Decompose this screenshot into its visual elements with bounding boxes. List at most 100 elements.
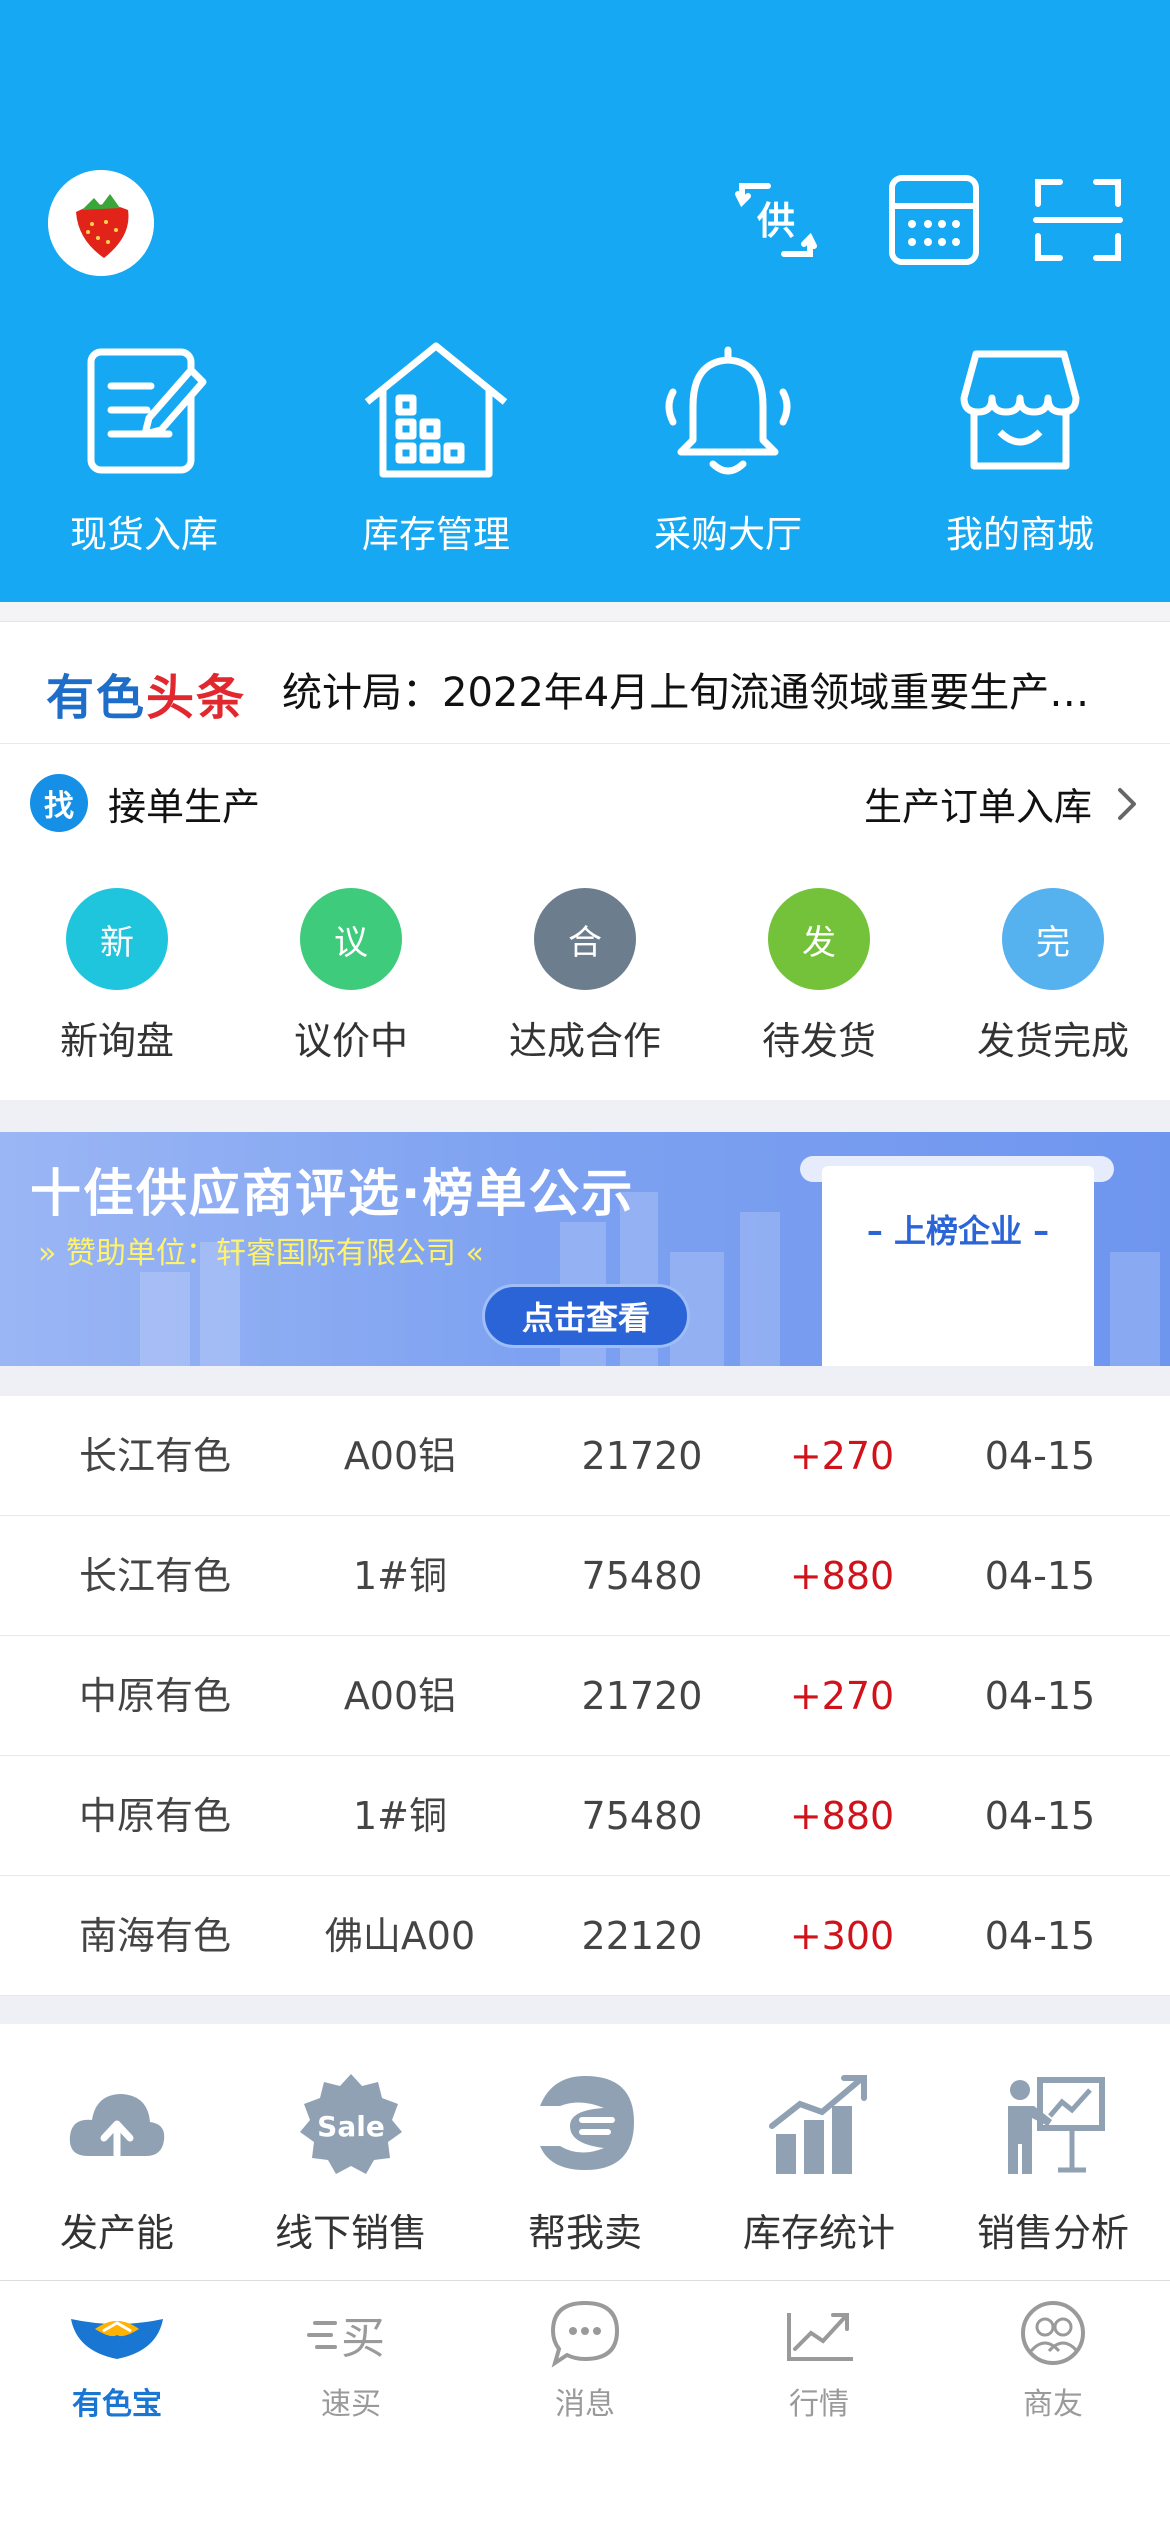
friends-icon bbox=[1021, 2301, 1085, 2365]
status-negotiating[interactable]: 议 议价中 bbox=[234, 888, 468, 1065]
double-chevron-icon: » bbox=[38, 1236, 57, 1271]
section-gap bbox=[0, 1366, 1170, 1396]
price-cell: 75480 bbox=[581, 1554, 703, 1598]
tool-publish-capacity[interactable]: 发产能 bbox=[0, 2070, 234, 2257]
status-label: 发货完成 bbox=[976, 1019, 1129, 1063]
table-row[interactable]: 南海有色 佛山A00 22120 +300 04-15 bbox=[0, 1876, 1170, 1996]
ranking-scroll: – 上榜企业 – bbox=[822, 1166, 1094, 1366]
shop-icon bbox=[960, 350, 1080, 470]
product-cell: 1#铜 bbox=[352, 1554, 448, 1598]
change-cell: +880 bbox=[789, 1794, 895, 1838]
edit-document-icon bbox=[87, 348, 207, 474]
sell-for-me-icon bbox=[540, 2076, 634, 2170]
news-headline-bar[interactable]: 有色头条 统计局：2022年4月上旬流通领域重要生产资料市场价格变动情况 bbox=[0, 622, 1170, 744]
svg-text:Sale: Sale bbox=[317, 2110, 385, 2143]
strawberry-avatar[interactable] bbox=[48, 170, 154, 276]
tab-youse-bao[interactable]: 有色宝 bbox=[0, 2299, 234, 2423]
date-cell: 04-15 bbox=[984, 1434, 1096, 1478]
quick-link-purchase-hall[interactable]: 采购大厅 bbox=[598, 340, 858, 558]
market-cell: 中原有色 bbox=[78, 1794, 231, 1838]
bell-icon bbox=[665, 346, 791, 475]
change-cell: +270 bbox=[789, 1434, 895, 1478]
tool-sales-analysis[interactable]: 销售分析 bbox=[936, 2070, 1170, 2257]
table-row[interactable]: 中原有色 1#铜 75480 +880 04-15 bbox=[0, 1756, 1170, 1876]
table-row[interactable]: 中原有色 A00铝 21720 +270 04-15 bbox=[0, 1636, 1170, 1756]
status-deal-reached[interactable]: 合 达成合作 bbox=[468, 888, 702, 1065]
product-cell: A00铝 bbox=[343, 1674, 457, 1718]
date-cell: 04-15 bbox=[984, 1554, 1096, 1598]
quick-link-spot-stock-in[interactable]: 现货入库 bbox=[14, 340, 274, 558]
table-row[interactable]: 长江有色 A00铝 21720 +270 04-15 bbox=[0, 1396, 1170, 1516]
price-cell: 22120 bbox=[581, 1914, 703, 1958]
tool-inventory-stats[interactable]: 库存统计 bbox=[702, 2070, 936, 2257]
change-cell: +880 bbox=[789, 1554, 895, 1598]
order-production-header: 找 接单生产 生产订单入库 bbox=[0, 744, 1170, 864]
tool-label: 库存统计 bbox=[742, 2211, 895, 2255]
status-label: 待发货 bbox=[761, 1019, 876, 1063]
date-cell: 04-15 bbox=[984, 1794, 1096, 1838]
quick-link-inventory[interactable]: 库存管理 bbox=[306, 340, 566, 558]
status-badge-icon: 完 bbox=[1002, 888, 1104, 990]
date-cell: 04-15 bbox=[984, 1674, 1096, 1718]
change-cell: +300 bbox=[789, 1914, 895, 1958]
ranking-scroll-label: – 上榜企业 – bbox=[866, 1212, 1050, 1250]
production-order-stock-in-link[interactable]: 生产订单入库 bbox=[864, 776, 1092, 831]
status-awaiting-shipment[interactable]: 发 待发货 bbox=[702, 888, 936, 1065]
tab-label: 速买 bbox=[321, 2387, 381, 2422]
scan-icon[interactable] bbox=[1030, 172, 1126, 268]
price-cell: 21720 bbox=[581, 1434, 703, 1478]
quick-link-label: 库存管理 bbox=[362, 513, 510, 556]
cloud-upload-icon bbox=[69, 2094, 165, 2160]
headline-brand-part2: 头条 bbox=[146, 670, 247, 726]
find-badge-icon: 找 bbox=[30, 774, 88, 832]
status-label: 达成合作 bbox=[508, 1019, 661, 1063]
tool-label: 帮我卖 bbox=[527, 2211, 642, 2255]
message-icon bbox=[550, 2300, 620, 2368]
bottom-tab-bar: 有色宝 买 速买 消息 行情 商友 bbox=[0, 2280, 1170, 2532]
tab-label: 行情 bbox=[789, 2387, 849, 2422]
section-divider bbox=[0, 602, 1170, 622]
sale-badge-icon: Sale bbox=[300, 2074, 402, 2174]
calculator-icon[interactable] bbox=[886, 172, 982, 268]
market-trend-icon bbox=[787, 2313, 853, 2361]
tab-label: 有色宝 bbox=[72, 2387, 162, 2422]
bar-chart-icon bbox=[769, 2075, 867, 2174]
status-badge-icon: 发 bbox=[768, 888, 870, 990]
double-chevron-icon: « bbox=[465, 1236, 484, 1271]
headline-text[interactable]: 统计局：2022年4月上旬流通领域重要生产资料市场价格变动情况 bbox=[282, 660, 1122, 718]
tab-label: 消息 bbox=[555, 2387, 615, 2422]
product-cell: A00铝 bbox=[343, 1434, 457, 1478]
tab-friends[interactable]: 商友 bbox=[936, 2299, 1170, 2423]
section-gap bbox=[0, 1996, 1170, 2024]
tool-label: 发产能 bbox=[59, 2211, 174, 2255]
product-cell: 佛山A00 bbox=[324, 1914, 476, 1958]
supplier-ranking-banner[interactable]: 十佳供应商评选·榜单公示 » 赞助单位：轩睿国际有限公司 « 点击查看 – 上榜… bbox=[0, 1132, 1170, 1366]
view-details-button[interactable]: 点击查看 bbox=[482, 1284, 690, 1348]
tool-offline-sales[interactable]: Sale 线下销售 bbox=[234, 2070, 468, 2257]
supply-icon[interactable]: 供 bbox=[728, 172, 824, 268]
quick-link-label: 现货入库 bbox=[70, 513, 218, 556]
tool-label: 线下销售 bbox=[274, 2211, 427, 2255]
banner-sponsor: » 赞助单位：轩睿国际有限公司 « bbox=[38, 1236, 484, 1271]
headline-brand: 有色头条 bbox=[46, 658, 246, 728]
status-badge-icon: 合 bbox=[534, 888, 636, 990]
tab-market[interactable]: 行情 bbox=[702, 2299, 936, 2423]
status-new-inquiry[interactable]: 新 新询盘 bbox=[0, 888, 234, 1065]
quick-link-my-mall[interactable]: 我的商城 bbox=[890, 340, 1150, 558]
status-label: 议价中 bbox=[293, 1019, 408, 1063]
tool-sell-for-me[interactable]: 帮我卖 bbox=[468, 2070, 702, 2257]
change-cell: +270 bbox=[789, 1674, 895, 1718]
market-cell: 长江有色 bbox=[78, 1554, 231, 1598]
tab-label: 商友 bbox=[1023, 2387, 1083, 2422]
status-label: 新询盘 bbox=[59, 1019, 174, 1063]
table-row[interactable]: 长江有色 1#铜 75480 +880 04-15 bbox=[0, 1516, 1170, 1636]
tab-messages[interactable]: 消息 bbox=[468, 2299, 702, 2423]
price-cell: 75480 bbox=[581, 1794, 703, 1838]
chevron-right-icon[interactable] bbox=[1112, 786, 1140, 822]
status-shipped[interactable]: 完 发货完成 bbox=[936, 888, 1170, 1065]
quick-link-label: 采购大厅 bbox=[654, 513, 802, 556]
status-badge-icon: 新 bbox=[66, 888, 168, 990]
tab-quick-buy[interactable]: 买 速买 bbox=[234, 2299, 468, 2423]
date-cell: 04-15 bbox=[984, 1914, 1096, 1958]
warehouse-icon bbox=[364, 342, 508, 478]
